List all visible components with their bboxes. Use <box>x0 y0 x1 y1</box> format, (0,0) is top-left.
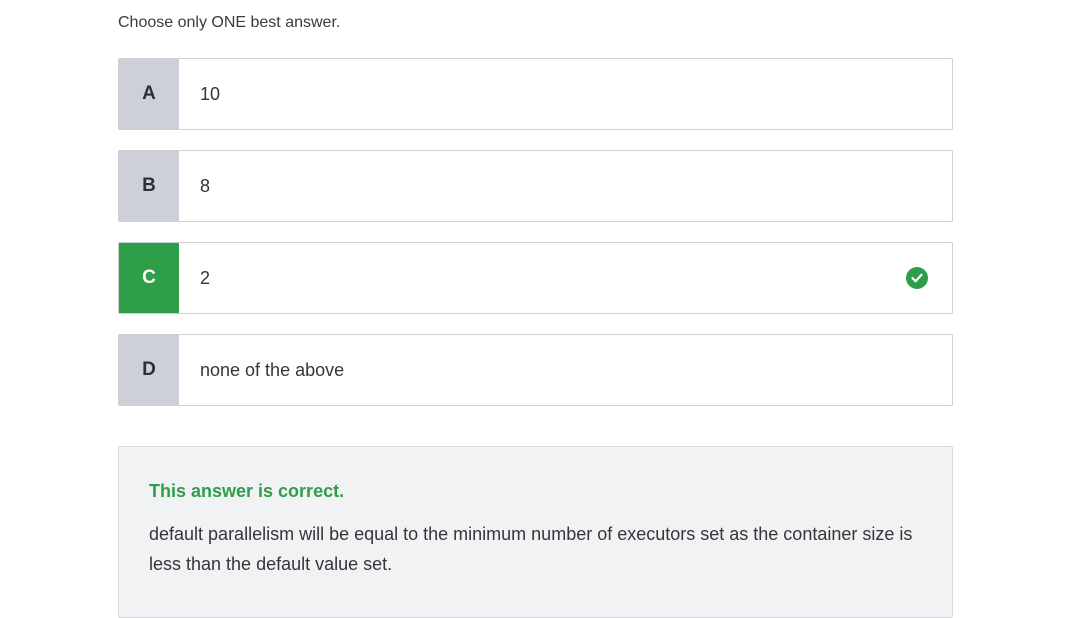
answer-option-b[interactable]: B 8 <box>118 150 953 222</box>
option-text: 8 <box>200 175 211 196</box>
option-letter: A <box>119 59 179 129</box>
answer-option-c[interactable]: C 2 <box>118 242 953 314</box>
option-letter: D <box>119 335 179 405</box>
answer-option-d[interactable]: D none of the above <box>118 334 953 406</box>
option-letter: C <box>119 243 179 313</box>
option-text: none of the above <box>200 359 345 380</box>
option-letter: B <box>119 151 179 221</box>
feedback-panel: This answer is correct. default parallel… <box>118 446 953 618</box>
option-text: 10 <box>200 83 221 104</box>
feedback-title: This answer is correct. <box>149 481 345 501</box>
answer-option-a[interactable]: A 10 <box>118 58 953 130</box>
option-text: 2 <box>200 267 211 288</box>
instruction-text: Choose only ONE best answer. <box>118 14 341 31</box>
check-circle-icon <box>906 267 928 289</box>
feedback-explanation: default parallelism will be equal to the… <box>149 524 913 574</box>
